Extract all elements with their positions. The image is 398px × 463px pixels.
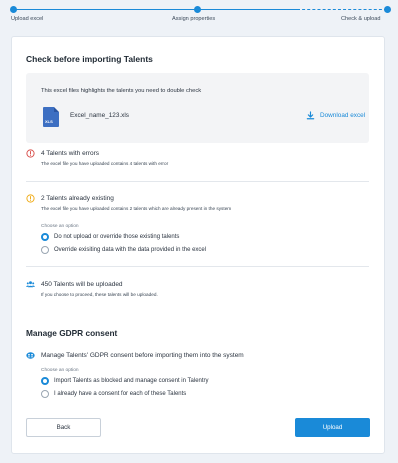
radio-import-blocked[interactable] — [41, 377, 49, 385]
existing-description: The excel file you have uploaded contain… — [41, 206, 232, 211]
stepper-line-completed-2 — [198, 9, 297, 10]
check-upload-card: Check before importing Talents This exce… — [11, 36, 385, 454]
existing-title: 2 Talents already existing — [41, 195, 114, 202]
existing-choose-label: Choose an option — [41, 224, 79, 229]
step-dot-assign-properties — [194, 6, 201, 13]
stepper-line-active — [297, 9, 387, 10]
xls-file-type: XLS — [45, 119, 53, 124]
option-have-consent[interactable]: I already have a consent for each of the… — [41, 390, 261, 400]
option-import-blocked[interactable]: Import Talents as blocked and manage con… — [41, 377, 281, 387]
option-override-data[interactable]: Override exisiting data with the data pr… — [41, 246, 281, 256]
warning-circle-icon — [26, 194, 35, 203]
step-label-assign-properties: Assign properties — [172, 16, 216, 22]
upload-button[interactable]: Upload — [295, 418, 370, 437]
step-dot-upload-excel — [10, 6, 17, 13]
divider — [26, 266, 369, 267]
gdpr-choose-label: Choose an option — [41, 368, 79, 373]
stepper-line-completed — [13, 9, 198, 10]
radio-do-not-upload[interactable] — [41, 233, 49, 241]
option-label: Import Talents as blocked and manage con… — [54, 378, 209, 384]
option-label: Override exisiting data with the data pr… — [54, 247, 207, 253]
download-icon[interactable] — [306, 111, 315, 120]
upload-count-title: 450 Talents will be uploaded — [41, 281, 123, 288]
existing-section: 2 Talents already existing The excel fil… — [26, 194, 369, 212]
page-title: Check before importing Talents — [26, 54, 153, 64]
radio-have-consent[interactable] — [41, 390, 49, 398]
upload-count-description: If you choose to proceed, these talents … — [41, 292, 158, 297]
option-do-not-upload[interactable]: Do not upload or override those existing… — [41, 233, 261, 243]
gdpr-title: Manage GDPR consent — [26, 328, 118, 338]
file-name: Excel_name_123.xls — [70, 112, 129, 119]
xls-file-icon: XLS — [43, 107, 59, 127]
option-label: I already have a consent for each of the… — [54, 391, 187, 397]
errors-title: 4 Talents with errors — [41, 150, 100, 157]
errors-description: The excel file you have uploaded contain… — [41, 161, 169, 166]
gdpr-subtitle: Manage Talents' GDPR consent before impo… — [41, 352, 244, 359]
option-label: Do not upload or override those existing… — [54, 234, 180, 240]
step-label-check-upload: Check & upload — [341, 16, 381, 22]
divider — [26, 181, 369, 182]
users-group-icon — [26, 281, 35, 288]
step-dot-check-upload — [384, 6, 391, 13]
excel-file-box: This excel files highlights the talents … — [26, 73, 369, 143]
gdpr-section: Manage Talents' GDPR consent before impo… — [26, 351, 369, 363]
upload-count-section: 450 Talents will be uploaded If you choo… — [26, 280, 369, 300]
radio-override-data[interactable] — [41, 246, 49, 254]
errors-section: 4 Talents with errors The excel file you… — [26, 149, 369, 175]
progress-stepper: Upload excel Assign properties Check & u… — [0, 0, 398, 30]
back-button[interactable]: Back — [26, 418, 101, 437]
file-box-intro: This excel files highlights the talents … — [41, 88, 202, 94]
error-circle-icon — [26, 149, 35, 158]
shield-users-icon — [26, 352, 35, 359]
download-excel-link[interactable]: Download excel — [320, 112, 365, 119]
step-label-upload-excel: Upload excel — [11, 16, 44, 22]
